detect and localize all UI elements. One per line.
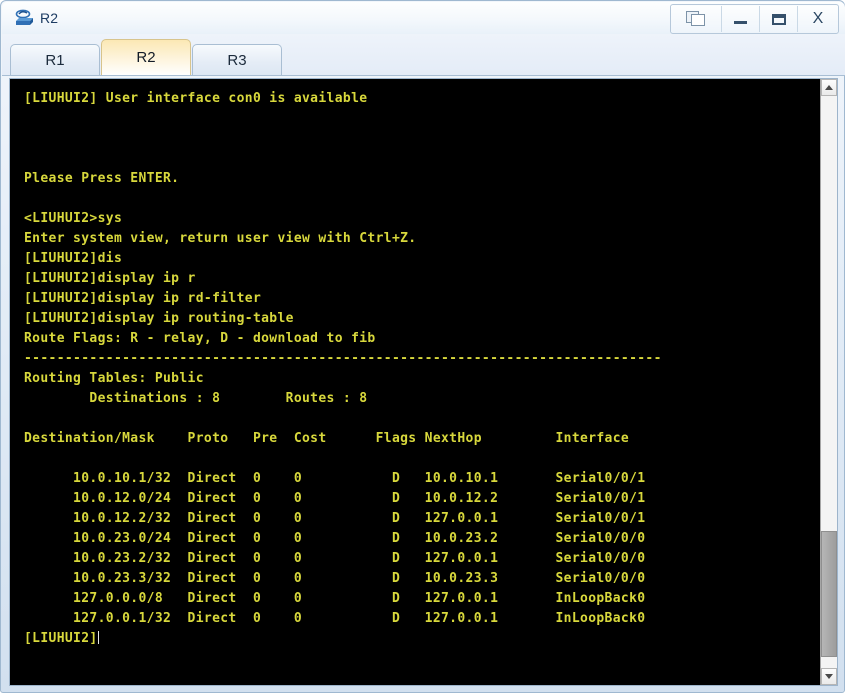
terminal-scrollbar[interactable] <box>820 79 837 685</box>
scroll-up-button[interactable] <box>821 79 837 96</box>
tab-strip: R1 R2 R3 <box>2 34 845 76</box>
minimize-icon <box>734 21 747 24</box>
terminal-window: R2 X R1 R2 R3 [LIUHUI2] User interface c… <box>0 0 845 693</box>
chevron-up-icon <box>825 85 833 90</box>
title-bar: R2 X <box>2 2 845 34</box>
tab-r3[interactable]: R3 <box>192 44 282 75</box>
terminal-output-area[interactable]: [LIUHUI2] User interface con0 is availab… <box>10 79 822 685</box>
tab-r2-label: R2 <box>136 49 156 66</box>
scrollbar-thumb[interactable] <box>821 530 837 657</box>
tab-r1[interactable]: R1 <box>10 44 100 75</box>
window-controls: X <box>670 4 839 34</box>
cascade-icon <box>686 11 706 27</box>
window-title: R2 <box>40 10 59 26</box>
tab-r1-label: R1 <box>45 51 65 69</box>
close-icon: X <box>812 10 824 27</box>
tab-r2[interactable]: R2 <box>101 39 191 75</box>
terminal-text: [LIUHUI2] User interface con0 is availab… <box>24 91 662 646</box>
scroll-down-button[interactable] <box>821 668 837 685</box>
tab-r3-label: R3 <box>227 51 247 69</box>
router-icon <box>12 7 34 29</box>
close-button[interactable]: X <box>798 6 838 32</box>
maximize-button[interactable] <box>760 6 798 32</box>
maximize-icon <box>771 13 786 25</box>
tab-list: R1 R2 R3 <box>10 39 283 75</box>
minimize-button[interactable] <box>722 6 760 32</box>
scrollbar-track[interactable] <box>821 96 837 668</box>
chevron-down-icon <box>825 674 833 679</box>
terminal-panel: [LIUHUI2] User interface con0 is availab… <box>9 78 838 686</box>
cascade-windows-button[interactable] <box>671 6 722 32</box>
